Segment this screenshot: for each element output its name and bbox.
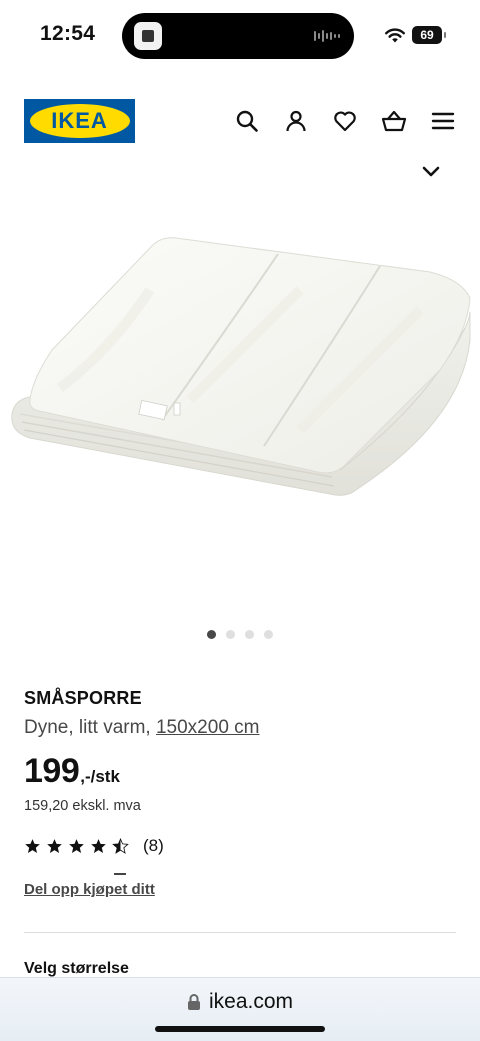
account-icon[interactable]: [283, 108, 309, 134]
island-app-icon: [134, 22, 162, 50]
product-name: SMÅSPORRE: [24, 688, 142, 708]
ikea-logo[interactable]: IKEA: [24, 99, 135, 143]
product-description: Dyne, litt varm, 150x200 cm: [24, 717, 260, 739]
chevron-down-icon[interactable]: [420, 160, 442, 182]
url-text[interactable]: ikea.com: [209, 990, 293, 1014]
logo-text: IKEA: [51, 108, 108, 133]
wifi-icon: [385, 28, 405, 43]
star-full-icon: [69, 838, 84, 853]
home-indicator[interactable]: [155, 1026, 325, 1032]
carousel-dot[interactable]: [226, 630, 235, 639]
product-description-text: Dyne, litt varm,: [24, 717, 151, 738]
product-size-link[interactable]: 150x200 cm: [156, 717, 260, 738]
rating-stars: [24, 837, 129, 855]
choose-size-heading[interactable]: Velg størrelse: [24, 960, 129, 978]
rating[interactable]: (8): [24, 836, 164, 856]
battery-indicator: 69: [412, 26, 446, 44]
price-amount: 199: [24, 752, 80, 790]
decorative-dash: [114, 873, 126, 875]
star-full-icon: [25, 838, 40, 853]
dynamic-island: [122, 13, 354, 59]
carousel-dot[interactable]: [207, 630, 216, 639]
star-half-icon: [112, 837, 129, 854]
status-bar: 12:54 69: [0, 0, 480, 72]
heart-icon[interactable]: [332, 108, 358, 134]
carousel-dot[interactable]: [264, 630, 273, 639]
browser-address-bar[interactable]: ikea.com: [0, 977, 480, 1041]
search-icon[interactable]: [234, 108, 260, 134]
status-indicators: 69: [384, 24, 446, 46]
product-image[interactable]: [0, 200, 480, 620]
status-time: 12:54: [40, 22, 96, 45]
carousel-dots: [0, 630, 480, 639]
divider: [24, 932, 456, 933]
price-excl-vat: 159,20 ekskl. mva: [24, 798, 141, 814]
split-payment-link[interactable]: Del opp kjøpet ditt: [24, 881, 155, 898]
site-header: IKEA: [0, 90, 480, 152]
lock-icon: [187, 994, 200, 1010]
audio-wave-icon: [314, 30, 340, 42]
star-full-icon: [47, 838, 62, 853]
price: 199 ,-/stk: [24, 752, 120, 791]
price-unit: ,-/stk: [80, 767, 120, 786]
menu-icon[interactable]: [430, 108, 456, 134]
star-full-icon: [91, 838, 106, 853]
carousel-dot[interactable]: [245, 630, 254, 639]
review-count[interactable]: (8): [143, 836, 164, 856]
basket-icon[interactable]: [381, 108, 407, 134]
